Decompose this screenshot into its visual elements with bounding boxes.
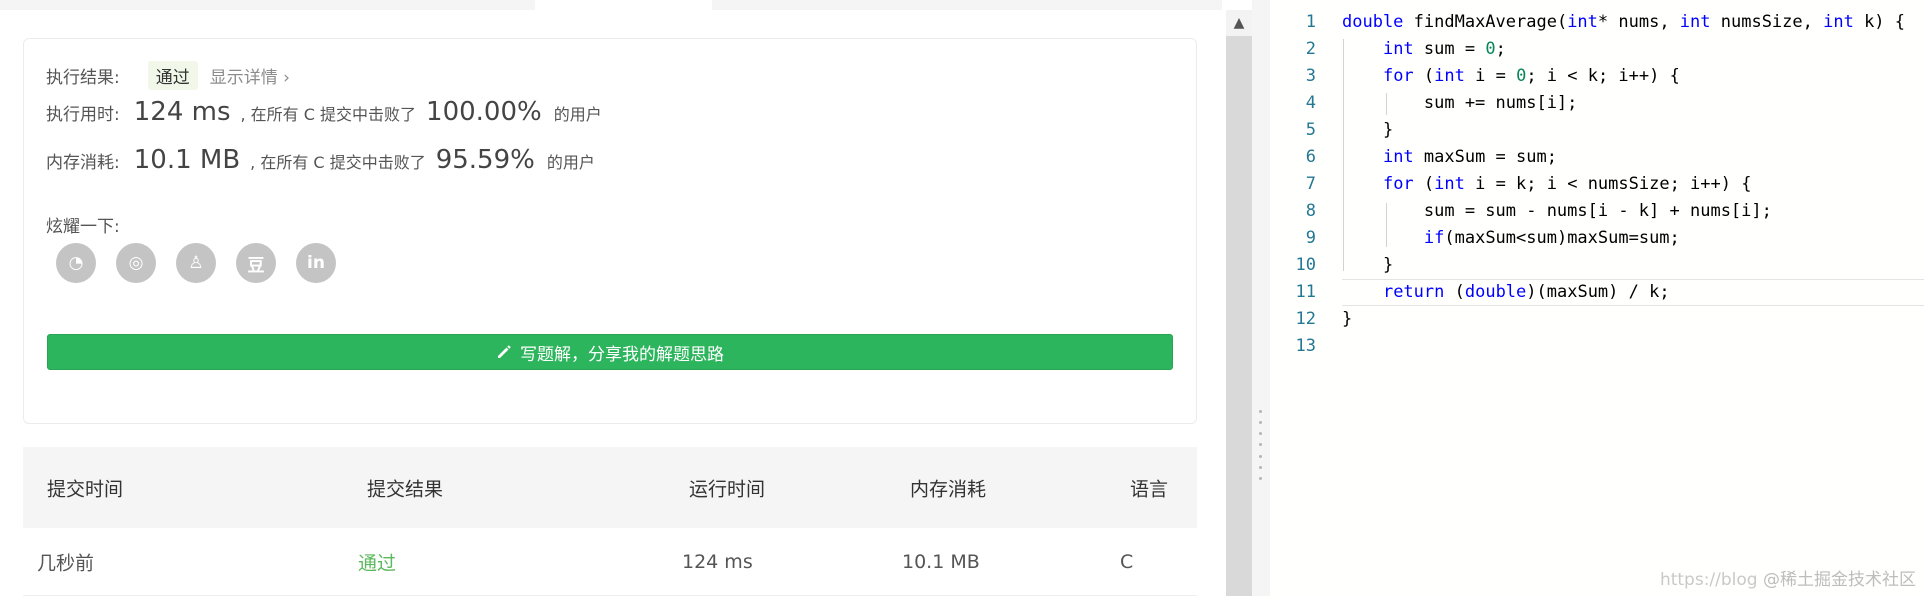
write-solution-label: 写题解，分享我的解题思路 [520,344,724,365]
runtime-value: 124 ms [133,97,231,127]
header-runtime: 运行时间 [689,478,766,500]
cell-submit-time: 几秒前 [37,552,95,574]
douban-icon[interactable]: 豆 [236,243,276,283]
drag-handle-icon [1259,410,1263,480]
line-number: 1 [1305,12,1316,32]
memory-row: 内存消耗: 10.1 MB , 在所有 C 提交中击败了 95.59% 的用户 [46,145,595,175]
watermark-url: https://blog [1659,570,1758,590]
memory-percent: 95.59% [435,145,535,175]
left-pane-scrollbar[interactable] [1226,10,1252,596]
runtime-percent: 100.00% [426,97,542,127]
code-line: 7 for (int i = k; i < numsSize; i++) { [1270,171,1924,198]
line-number: 12 [1295,309,1316,329]
header-submit-time: 提交时间 [47,478,124,500]
top-tab-bar [0,0,1222,10]
result-row: 执行结果: 通过 显示详情 › [46,61,290,90]
show-details-link[interactable]: 显示详情 › [210,63,290,88]
header-submit-result: 提交结果 [367,478,444,500]
linkedin-icon[interactable]: in [296,243,336,283]
scroll-up-icon[interactable]: ▲ [1226,10,1252,36]
line-number: 5 [1305,120,1316,140]
weibo-icon[interactable]: ◎ [116,243,156,283]
line-number: 13 [1295,336,1316,356]
submissions-table-header: 提交时间 提交结果 运行时间 内存消耗 语言 [23,447,1197,528]
code-line: 10 } [1270,252,1924,279]
header-language: 语言 [1130,478,1169,500]
code-line: 9 if(maxSum<sum)maxSum=sum; [1270,225,1924,252]
line-number: 3 [1305,66,1316,86]
write-solution-button[interactable]: 写题解，分享我的解题思路 [47,334,1173,370]
runtime-label: 执行用时: [46,105,120,125]
code-line: 3 for (int i = 0; i < k; i++) { [1270,63,1924,90]
line-number: 11 [1295,282,1316,302]
runtime-suffix: 的用户 [553,105,602,124]
status-badge: 通过 [147,61,198,90]
header-memory: 内存消耗 [910,478,987,500]
code-line: 4 sum += nums[i]; [1270,90,1924,117]
line-number: 2 [1305,39,1316,59]
share-icons: ◔ ◎ ♙ 豆 in [56,243,336,283]
qq-icon[interactable]: ♙ [176,243,216,283]
result-card: 执行结果: 通过 显示详情 › 执行用时: 124 ms , 在所有 C 提交中… [23,38,1197,424]
runtime-beat-text: , 在所有 C 提交中击败了 [240,105,417,124]
cell-language: C [1120,550,1134,573]
line-number: 10 [1295,255,1316,275]
pencil-icon [498,345,511,358]
tab-active[interactable] [535,0,712,10]
runtime-row: 执行用时: 124 ms , 在所有 C 提交中击败了 100.00% 的用户 [46,97,602,127]
code-line: 13 [1270,333,1924,360]
memory-value: 10.1 MB [133,145,241,175]
memory-beat-text: , 在所有 C 提交中击败了 [250,153,426,172]
code-line: 12} [1270,306,1924,333]
line-number: 8 [1305,201,1316,221]
submission-panel: 执行结果: 通过 显示详情 › 执行用时: 124 ms , 在所有 C 提交中… [0,0,1222,596]
share-row: 炫耀一下: [46,212,120,237]
pane-splitter-handle[interactable] [1252,0,1270,596]
line-number: 9 [1305,228,1316,248]
share-label: 炫耀一下: [46,217,120,237]
code-line-current: 11 return (double)(maxSum) / k; [1270,279,1924,306]
watermark: https://blog @稀土掘金技术社区 [1660,565,1916,590]
result-label: 执行结果: [46,68,120,88]
watermark-brand: @稀土掘金技术社区 [1763,570,1916,590]
code-editor[interactable]: 1 double findMaxAverage(int* nums, int nu… [1270,0,1924,596]
code-line: 5 } [1270,117,1924,144]
wechat-icon[interactable]: ◔ [56,243,96,283]
memory-suffix: 的用户 [546,153,595,172]
code-line: 2 int sum = 0; [1270,36,1924,63]
cell-runtime: 124 ms [682,550,753,573]
code-line: 8 sum = sum - nums[i - k] + nums[i]; [1270,198,1924,225]
memory-label: 内存消耗: [46,153,120,173]
line-number: 6 [1305,147,1316,167]
line-number: 4 [1305,93,1316,113]
line-number: 7 [1305,174,1316,194]
cell-memory: 10.1 MB [902,550,980,573]
cell-submit-result[interactable]: 通过 [358,548,396,575]
code-line: 1 double findMaxAverage(int* nums, int nu… [1270,9,1924,36]
code-line: 6 int maxSum = sum; [1270,144,1924,171]
table-row[interactable]: 几秒前 通过 124 ms 10.1 MB C [23,528,1197,596]
